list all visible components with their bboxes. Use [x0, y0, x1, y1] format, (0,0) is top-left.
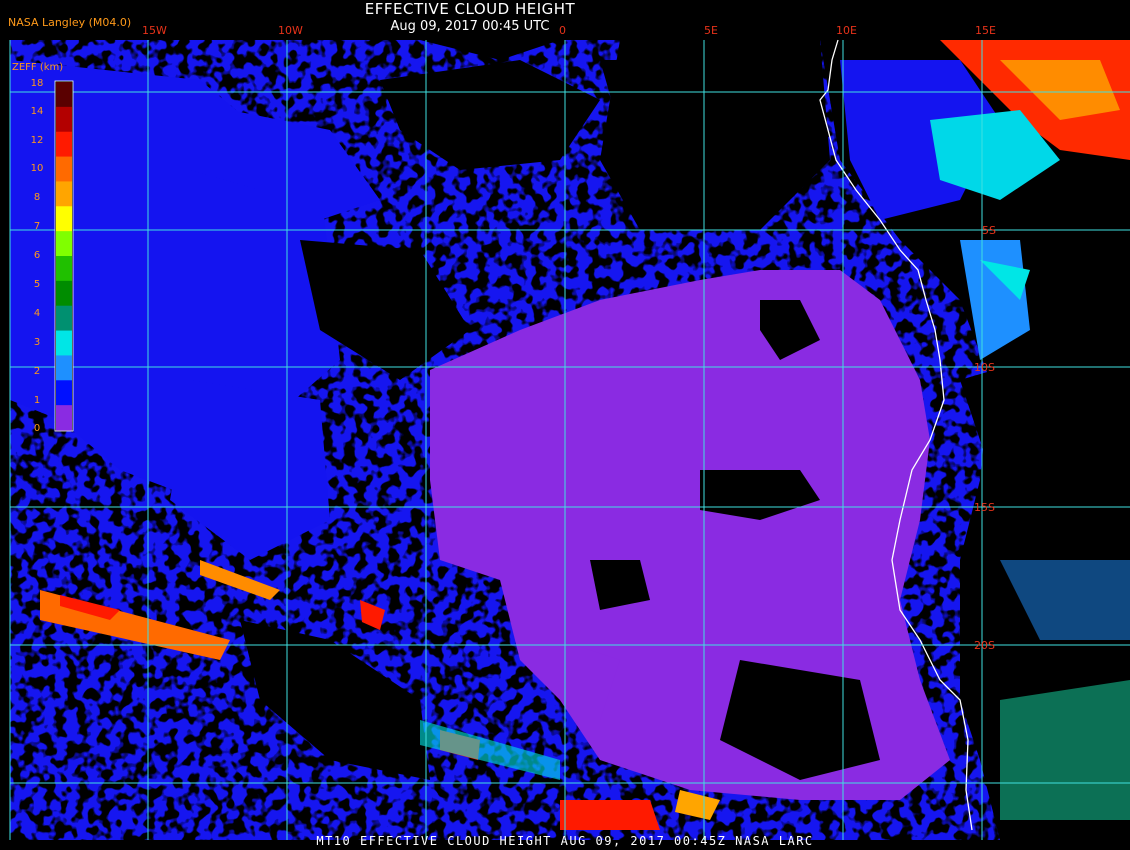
- colorbar-swatch: [56, 231, 72, 257]
- longitude-label: 15E: [975, 24, 996, 37]
- colorbar-swatch: [56, 181, 72, 207]
- map-title: EFFECTIVE CLOUD HEIGHT: [364, 0, 576, 18]
- latitude-label: 5S: [982, 224, 996, 237]
- cloud-height-map: [0, 0, 1130, 850]
- colorbar-tick: 18: [30, 78, 44, 89]
- latitude-label: 10S: [974, 361, 995, 374]
- longitude-label: 10W: [278, 24, 303, 37]
- colorbar-swatch: [56, 305, 72, 332]
- colorbar-swatch: [56, 280, 72, 307]
- colorbar-swatch: [56, 82, 72, 108]
- colorbar-swatch: [56, 156, 72, 182]
- colorbar-tick: 8: [33, 192, 41, 203]
- colorbar-tick: 6: [33, 250, 41, 261]
- colorbar-tick: 7: [33, 221, 41, 232]
- longitude-label: 15W: [142, 24, 167, 37]
- latitude-label: 20S: [974, 639, 995, 652]
- colorbar-swatch: [56, 206, 72, 232]
- colorbar-tick: 2: [33, 366, 41, 377]
- footer-caption: MT10 EFFECTIVE CLOUD HEIGHT AUG 09, 2017…: [316, 834, 814, 848]
- colorbar-swatch: [56, 355, 72, 381]
- colorbar-swatch: [56, 405, 72, 431]
- colorbar-tick: 12: [30, 135, 44, 146]
- colorbar: [54, 80, 74, 432]
- colorbar-title: ZEFF (km): [12, 62, 64, 73]
- colorbar-swatch: [56, 256, 72, 282]
- map-timestamp: Aug 09, 2017 00:45 UTC: [390, 19, 550, 34]
- colorbar-tick: 10: [30, 163, 44, 174]
- colorbar-tick: 4: [33, 308, 41, 319]
- colorbar-swatch: [56, 330, 72, 356]
- colorbar-tick: 14: [30, 106, 44, 117]
- longitude-label: 5E: [704, 24, 718, 37]
- credit-label: NASA Langley (M04.0): [8, 16, 132, 29]
- colorbar-swatch: [56, 380, 72, 406]
- longitude-label: 0: [559, 24, 566, 37]
- latitude-label: 15S: [974, 501, 995, 514]
- colorbar-tick: 1: [33, 395, 41, 406]
- colorbar-tick: 0: [33, 423, 41, 434]
- colorbar-tick: 3: [33, 337, 41, 348]
- colorbar-tick: 5: [33, 279, 41, 290]
- longitude-label: 10E: [836, 24, 857, 37]
- colorbar-swatch: [56, 131, 72, 158]
- colorbar-swatch: [56, 106, 72, 133]
